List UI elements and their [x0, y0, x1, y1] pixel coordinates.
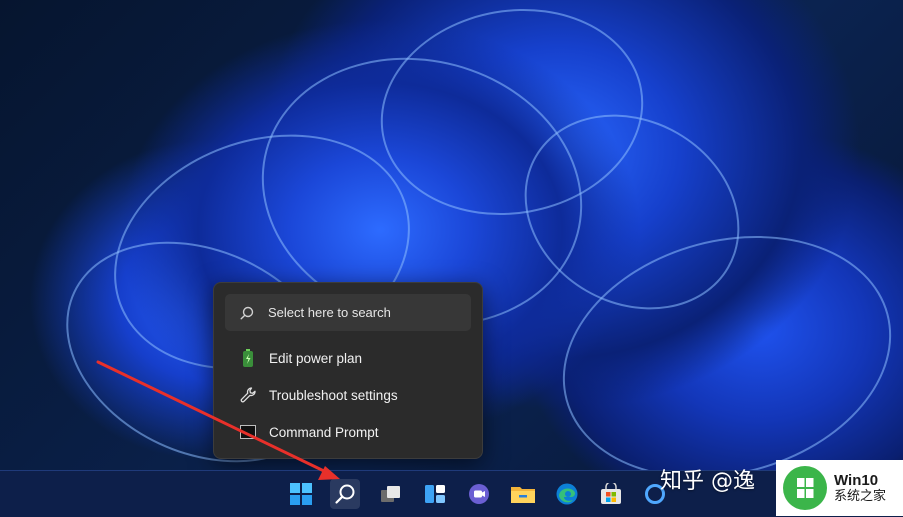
widgets-icon[interactable]	[420, 479, 450, 509]
menu-item-label: Troubleshoot settings	[269, 387, 398, 403]
search-icon[interactable]	[330, 479, 360, 509]
menu-item-label: Command Prompt	[269, 424, 379, 440]
search-context-menu: Select here to search Edit power plan Tr…	[213, 282, 483, 459]
win10-brand-watermark: Win10 系统之家	[776, 460, 903, 516]
brand-subtitle: 系统之家	[834, 488, 887, 504]
menu-item-command-prompt[interactable]: Command Prompt	[225, 415, 471, 449]
menu-item-label: Edit power plan	[269, 350, 363, 366]
task-view-icon[interactable]	[376, 479, 406, 509]
edge-icon[interactable]	[552, 479, 582, 509]
taskbar	[0, 470, 903, 517]
menu-item-edit-power-plan[interactable]: Edit power plan	[225, 341, 471, 375]
terminal-icon	[239, 423, 257, 441]
file-explorer-icon[interactable]	[508, 479, 538, 509]
windows-start-icon[interactable]	[286, 479, 316, 509]
menu-item-troubleshoot-settings[interactable]: Troubleshoot settings	[225, 378, 471, 412]
microsoft-store-icon[interactable]	[596, 479, 626, 509]
search-placeholder: Select here to search	[268, 305, 391, 320]
brand-name: Win10	[834, 471, 879, 489]
wrench-icon	[239, 386, 257, 404]
search-input[interactable]: Select here to search	[225, 294, 471, 331]
search-icon	[240, 306, 254, 320]
zhihu-watermark: 知乎 @逸	[660, 469, 755, 494]
teams-chat-icon[interactable]	[464, 479, 494, 509]
battery-icon	[239, 349, 257, 367]
win10-logo-icon	[783, 466, 827, 510]
